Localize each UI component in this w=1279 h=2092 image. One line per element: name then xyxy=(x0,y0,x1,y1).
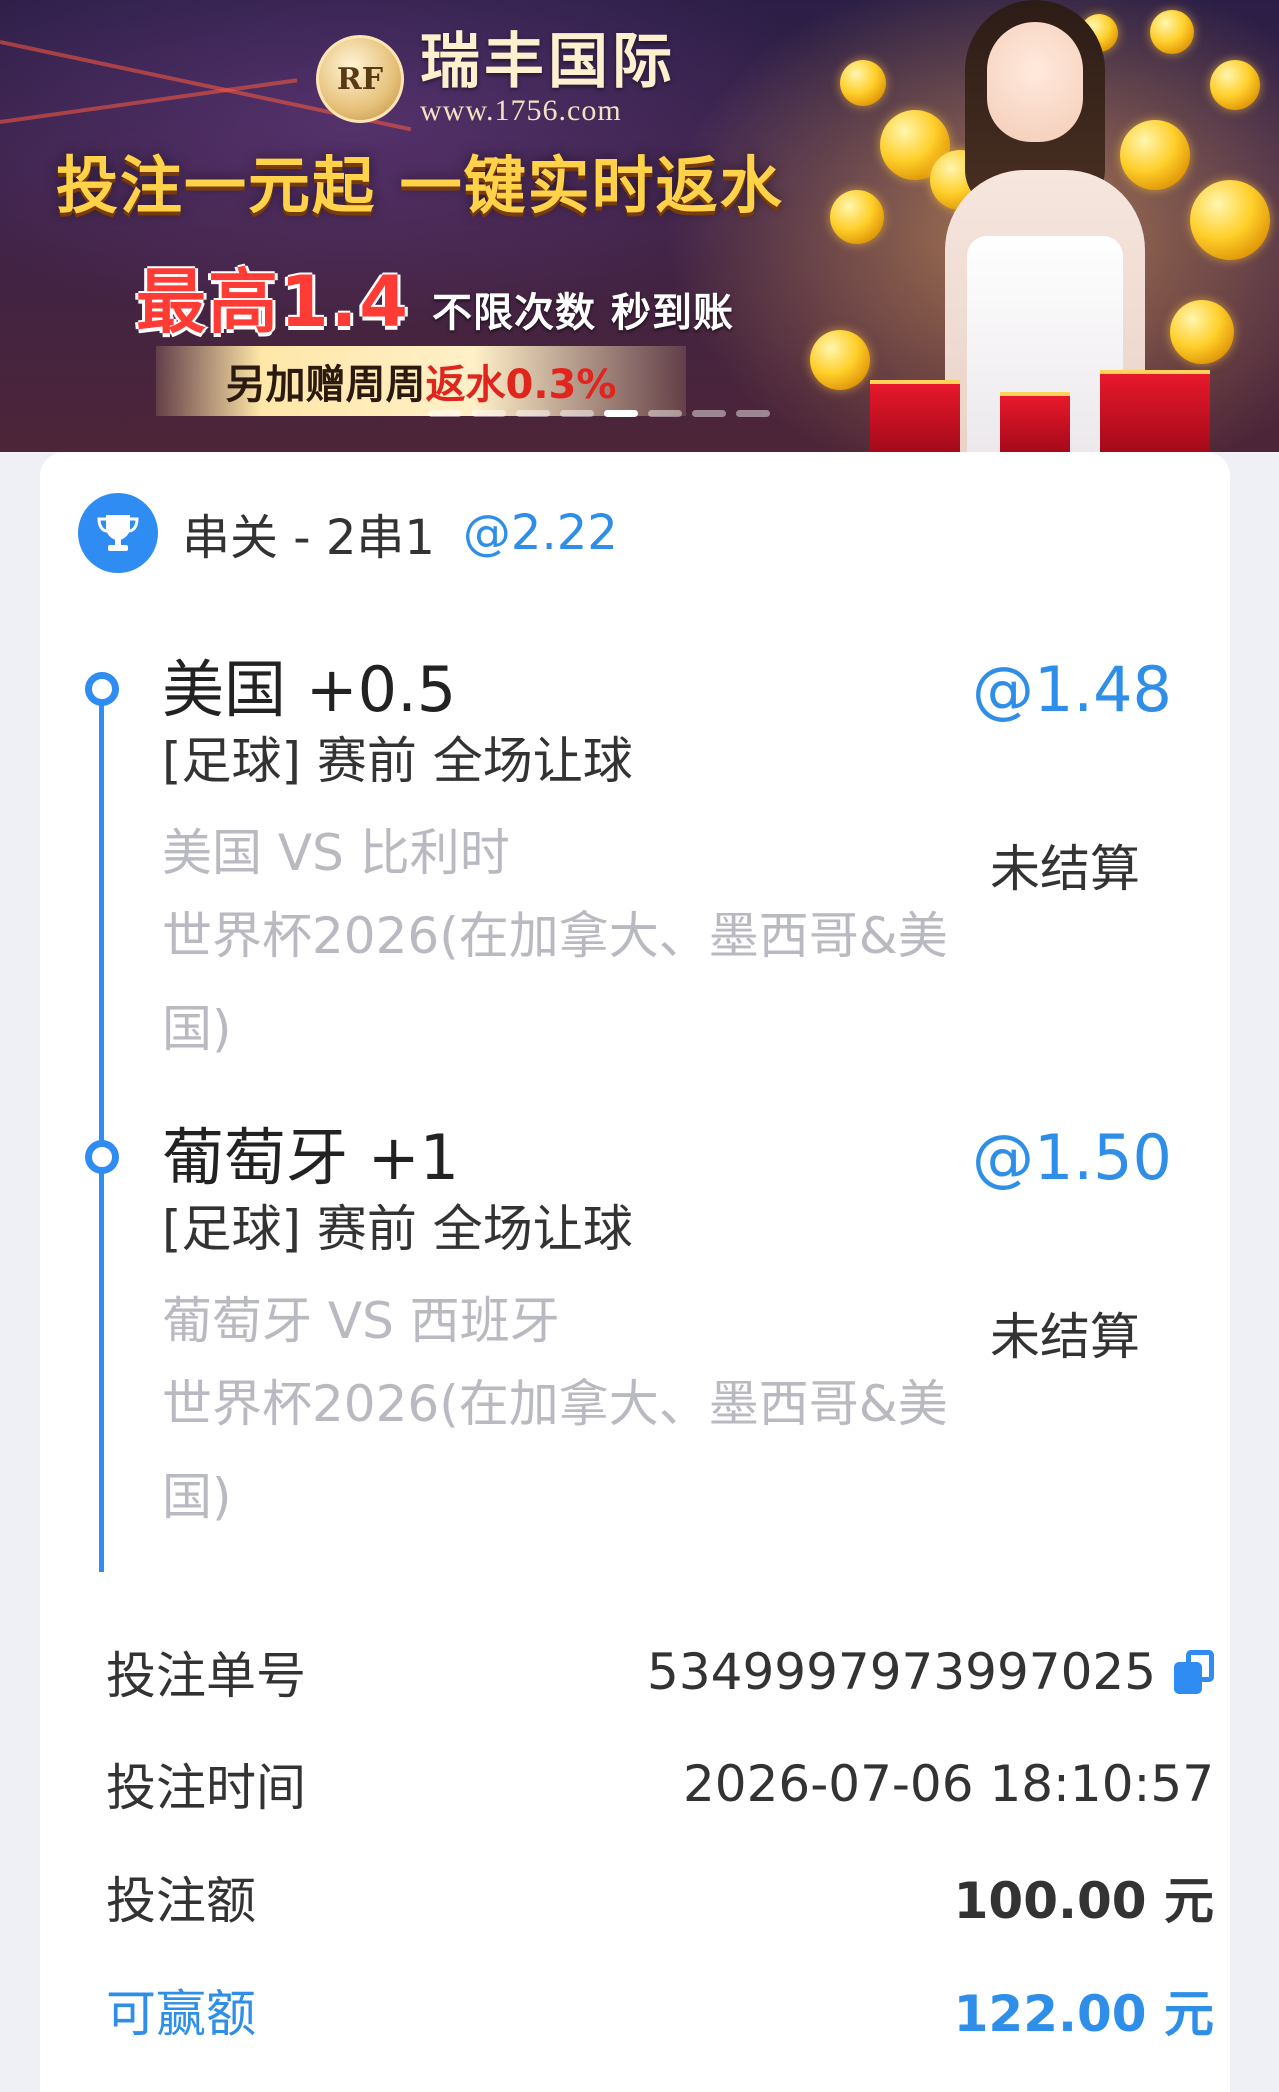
carousel-dot[interactable] xyxy=(692,410,726,417)
leg-status: 未结算 xyxy=(990,840,1140,898)
leg-match: 美国 VS 比利时 xyxy=(162,824,510,882)
spade-logo-icon: RF xyxy=(316,35,404,123)
brand-url: www.1756.com xyxy=(420,94,622,127)
leg-market: [足球] 赛前 全场让球 xyxy=(162,1200,633,1258)
gift-box xyxy=(1100,370,1210,452)
leg-market: [足球] 赛前 全场让球 xyxy=(162,732,633,790)
leg-selection: 美国 +0.5 xyxy=(162,653,457,726)
bet-time-label: 投注时间 xyxy=(106,1759,306,1817)
brand-logo: RF 瑞丰国际 www.1756.com xyxy=(316,30,676,128)
carousel-indicator[interactable] xyxy=(428,410,770,417)
brand-name: 瑞丰国际 xyxy=(420,27,676,97)
bet-slip-card: 串关 - 2串1 @2.22 美国 +0.5 @1.48 [足球] 赛前 全场让… xyxy=(40,452,1230,2092)
weekly-bonus-box: 另加赠周周 返水0.3% xyxy=(156,346,686,416)
coin-decoration xyxy=(1170,300,1234,364)
light-beam xyxy=(0,78,298,124)
bet-header: 串关 - 2串1 @2.22 xyxy=(78,490,618,576)
coin-decoration xyxy=(1190,180,1270,260)
carousel-dot[interactable] xyxy=(472,410,506,417)
legs-timeline xyxy=(99,702,104,1572)
unlimited-text: 不限次数 秒到账 xyxy=(432,290,734,336)
coin-decoration xyxy=(830,190,884,244)
potential-win-row: 可赢额 122.00 元 xyxy=(106,1970,1214,2050)
carousel-dot[interactable] xyxy=(560,410,594,417)
carousel-dot[interactable] xyxy=(428,410,462,417)
carousel-dot-active[interactable] xyxy=(604,410,638,417)
coin-decoration xyxy=(810,330,870,390)
bet-time-row: 投注时间 2026-07-06 18:10:57 xyxy=(106,1744,1214,1824)
order-number-value: 5349997973997025 xyxy=(647,1643,1156,1701)
weekly-bonus-prefix: 另加赠周周 xyxy=(225,362,426,408)
weekly-bonus-highlight: 返水0.3% xyxy=(425,362,617,408)
max-rebate-text: 最高1.4 xyxy=(136,261,411,343)
carousel-dot[interactable] xyxy=(736,410,770,417)
total-odds: @2.22 xyxy=(462,505,618,561)
stake-value: 100.00 元 xyxy=(953,1872,1214,1930)
leg-odds: @1.48 xyxy=(971,653,1172,726)
carousel-dot[interactable] xyxy=(516,410,550,417)
coin-decoration xyxy=(840,60,886,106)
order-number-value-wrap: 5349997973997025 xyxy=(647,1643,1214,1701)
leg-status: 未结算 xyxy=(990,1308,1140,1366)
promo-banner[interactable]: RF 瑞丰国际 www.1756.com 投注一元起 一键实时返水 最高1.4 … xyxy=(0,0,1279,452)
leg-selection: 葡萄牙 +1 xyxy=(162,1121,460,1194)
coin-decoration xyxy=(1210,60,1260,110)
gift-box xyxy=(870,380,960,452)
copy-icon[interactable] xyxy=(1174,1650,1214,1694)
promo-headline: 投注一元起 一键实时返水 xyxy=(56,149,784,222)
stake-row: 投注额 100.00 元 xyxy=(106,1857,1214,1937)
leg-match: 葡萄牙 VS 西班牙 xyxy=(162,1292,560,1350)
leg-odds: @1.50 xyxy=(971,1121,1172,1194)
carousel-dot[interactable] xyxy=(648,410,682,417)
bet-type-label: 串关 - 2串1 xyxy=(182,510,435,566)
trophy-icon xyxy=(78,493,158,573)
stake-label: 投注额 xyxy=(106,1872,256,1930)
potential-win-value: 122.00 元 xyxy=(953,1985,1214,2043)
timeline-dot xyxy=(85,672,119,706)
promo-subline: 最高1.4 不限次数 秒到账 xyxy=(136,246,734,347)
bet-time-value: 2026-07-06 18:10:57 xyxy=(682,1755,1214,1813)
gift-box xyxy=(1000,392,1070,452)
potential-win-label: 可赢额 xyxy=(106,1985,256,2043)
order-number-label: 投注单号 xyxy=(106,1647,306,1705)
leg-league: 世界杯2026(在加拿大、墨西哥&美国) xyxy=(162,907,948,1058)
coin-decoration xyxy=(1150,10,1194,54)
order-number-row: 投注单号 5349997973997025 xyxy=(106,1632,1214,1712)
leg-league: 世界杯2026(在加拿大、墨西哥&美国) xyxy=(162,1375,948,1526)
timeline-dot xyxy=(85,1140,119,1174)
